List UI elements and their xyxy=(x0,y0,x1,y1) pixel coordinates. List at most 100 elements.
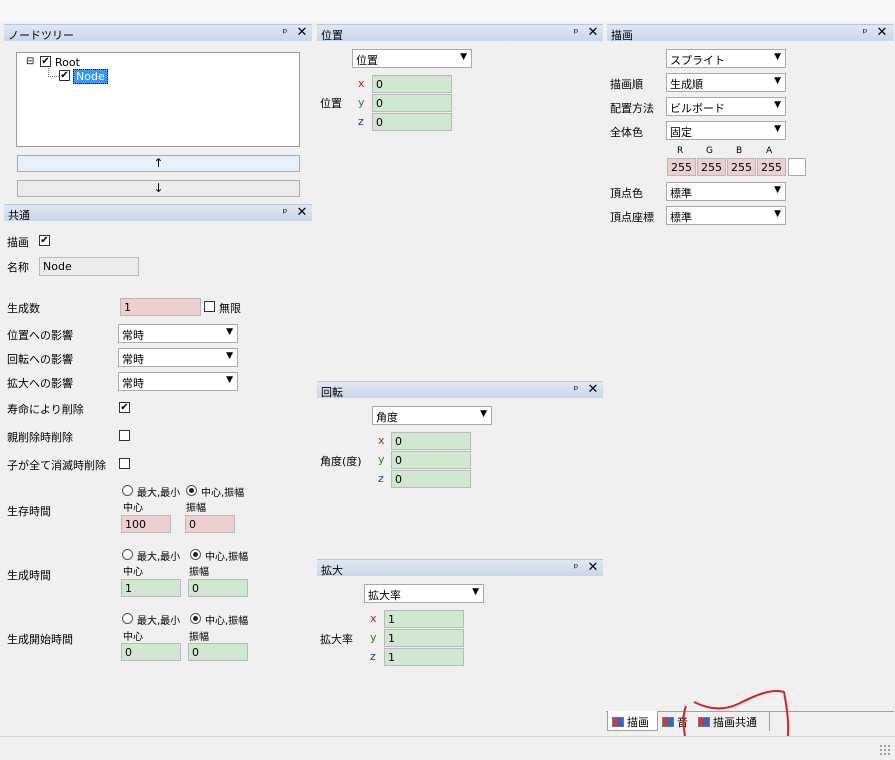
gen-start-center-field[interactable]: 0 xyxy=(121,643,181,661)
rot-influence-select[interactable]: 常時 ▼ xyxy=(118,348,238,367)
gen-start-center-radio[interactable] xyxy=(190,613,201,624)
tree-connector xyxy=(48,68,59,77)
drawing-type-select[interactable]: スプライト ▼ xyxy=(666,49,786,68)
move-up-button[interactable]: ↑ xyxy=(17,155,300,172)
position-y-axis: y xyxy=(358,96,365,109)
scale-influence-select[interactable]: 常時 ▼ xyxy=(118,372,238,391)
pin-icon[interactable]: ᵖ xyxy=(571,561,581,574)
a-field[interactable]: 255 xyxy=(757,158,786,176)
gen-start-minmax-radio[interactable] xyxy=(122,613,133,624)
rotation-mode-select[interactable]: 角度 ▼ xyxy=(372,406,492,425)
close-icon[interactable]: ✕ xyxy=(587,382,599,397)
gen-start-amp-header: 振幅 xyxy=(189,632,209,643)
chevron-down-icon: ▼ xyxy=(480,409,487,419)
gen-start-amp-field[interactable]: 0 xyxy=(188,643,248,661)
scale-y-field[interactable]: 1 xyxy=(384,629,464,647)
pin-icon[interactable]: ᵖ xyxy=(280,26,290,39)
rotation-mode-value: 角度 xyxy=(376,411,398,424)
draw-label: 描画 xyxy=(7,236,29,249)
children-delete-checkbox[interactable] xyxy=(119,458,130,469)
lifetime-amp-field[interactable]: 0 xyxy=(185,515,235,533)
rot-influence-label: 回転への影響 xyxy=(7,353,73,366)
lifetime-label: 生存時間 xyxy=(7,505,51,518)
draw-order-select[interactable]: 生成順 ▼ xyxy=(666,73,786,92)
close-icon[interactable]: ✕ xyxy=(587,560,599,575)
gen-time-amp-field[interactable]: 0 xyxy=(188,579,248,597)
a-label: A xyxy=(766,146,773,156)
rotation-x-field[interactable]: 0 xyxy=(391,432,471,450)
pin-icon[interactable]: ᵖ xyxy=(571,383,581,396)
lifetime-center-header: 中心 xyxy=(123,503,143,514)
expand-icon[interactable]: ⊟ xyxy=(26,56,34,67)
position-z-field[interactable]: 0 xyxy=(372,113,452,131)
close-icon[interactable]: ✕ xyxy=(296,205,308,220)
vertex-color-select[interactable]: 標準 ▼ xyxy=(666,182,786,201)
b-field[interactable]: 255 xyxy=(727,158,756,176)
gen-start-minmax-label: 最大,最小 xyxy=(137,616,181,627)
placement-select[interactable]: ビルボード ▼ xyxy=(666,97,786,116)
all-color-select[interactable]: 固定 ▼ xyxy=(666,121,786,140)
r-field[interactable]: 255 xyxy=(667,158,696,176)
vertex-coord-select[interactable]: 標準 ▼ xyxy=(666,206,786,225)
chevron-down-icon: ▼ xyxy=(774,124,781,134)
node-checkbox[interactable]: ✔ xyxy=(59,70,70,81)
pin-icon[interactable]: ᵖ xyxy=(280,206,290,219)
parent-delete-checkbox[interactable] xyxy=(119,430,130,441)
gen-time-minmax-radio[interactable] xyxy=(122,549,133,560)
chevron-down-icon: ▼ xyxy=(774,52,781,62)
gen-start-label: 生成開始時間 xyxy=(7,633,73,646)
parent-delete-label: 親削除時削除 xyxy=(7,431,73,444)
scale-x-field[interactable]: 1 xyxy=(384,610,464,628)
chevron-down-icon: ▼ xyxy=(774,100,781,110)
move-down-button[interactable]: ↓ xyxy=(17,180,300,197)
tree-node-label[interactable]: Node xyxy=(73,69,108,84)
lifetime-center-field[interactable]: 100 xyxy=(121,515,171,533)
life-delete-label: 寿命により削除 xyxy=(7,403,84,416)
infinite-checkbox[interactable] xyxy=(204,301,215,312)
close-icon[interactable]: ✕ xyxy=(296,25,308,40)
draw-checkbox[interactable]: ✔ xyxy=(39,235,50,246)
gen-count-field[interactable]: 1 xyxy=(120,298,201,316)
pin-icon[interactable]: ᵖ xyxy=(860,26,870,39)
resize-grip-icon[interactable] xyxy=(879,744,891,756)
close-icon[interactable]: ✕ xyxy=(876,25,888,40)
tree-view[interactable]: ⊟ ✔ Root ✔ Node xyxy=(16,52,300,147)
top-strip xyxy=(0,0,895,22)
gen-time-center-radio[interactable] xyxy=(190,549,201,560)
gen-time-center-field[interactable]: 1 xyxy=(121,579,181,597)
tab-drawing-label: 描画 xyxy=(627,716,649,729)
node-tree-panel: ノードツリー ᵖ ✕ ⊟ ✔ Root ✔ Node ↑ ↓ xyxy=(4,24,312,202)
rotation-label: 角度(度) xyxy=(320,455,362,468)
chevron-down-icon: ▼ xyxy=(774,76,781,86)
position-mode-value: 位置 xyxy=(356,54,378,67)
scale-z-field[interactable]: 1 xyxy=(384,648,464,666)
position-x-field[interactable]: 0 xyxy=(372,75,452,93)
life-delete-checkbox[interactable]: ✔ xyxy=(119,402,130,413)
scale-z-axis: z xyxy=(370,650,376,663)
name-label: 名称 xyxy=(7,261,29,274)
close-icon[interactable]: ✕ xyxy=(587,25,599,40)
root-checkbox[interactable]: ✔ xyxy=(40,56,51,67)
g-field[interactable]: 255 xyxy=(697,158,726,176)
vertex-coord-label: 頂点座標 xyxy=(610,211,654,224)
scale-header: 拡大 ᵖ ✕ xyxy=(317,559,603,577)
scale-mode-select[interactable]: 拡大率 ▼ xyxy=(364,584,484,603)
rotation-y-axis: y xyxy=(378,453,385,466)
lifetime-minmax-radio[interactable] xyxy=(122,485,133,496)
draw-order-value: 生成順 xyxy=(670,78,703,91)
position-x-axis: x xyxy=(358,77,365,90)
rotation-title: 回転 xyxy=(321,386,343,399)
position-mode-select[interactable]: 位置 ▼ xyxy=(352,49,472,68)
position-z-axis: z xyxy=(358,115,364,128)
pin-icon[interactable]: ᵖ xyxy=(571,26,581,39)
rotation-y-field[interactable]: 0 xyxy=(391,451,471,469)
pos-influence-select[interactable]: 常時 ▼ xyxy=(118,324,238,343)
rotation-z-field[interactable]: 0 xyxy=(391,470,471,488)
name-field[interactable]: Node xyxy=(39,257,139,276)
lifetime-center-radio[interactable] xyxy=(186,485,197,496)
position-y-field[interactable]: 0 xyxy=(372,94,452,112)
color-swatch[interactable] xyxy=(788,158,806,176)
vertex-color-label: 頂点色 xyxy=(610,187,643,200)
chevron-down-icon: ▼ xyxy=(226,351,233,361)
tab-drawing[interactable]: 描画 xyxy=(607,711,658,731)
